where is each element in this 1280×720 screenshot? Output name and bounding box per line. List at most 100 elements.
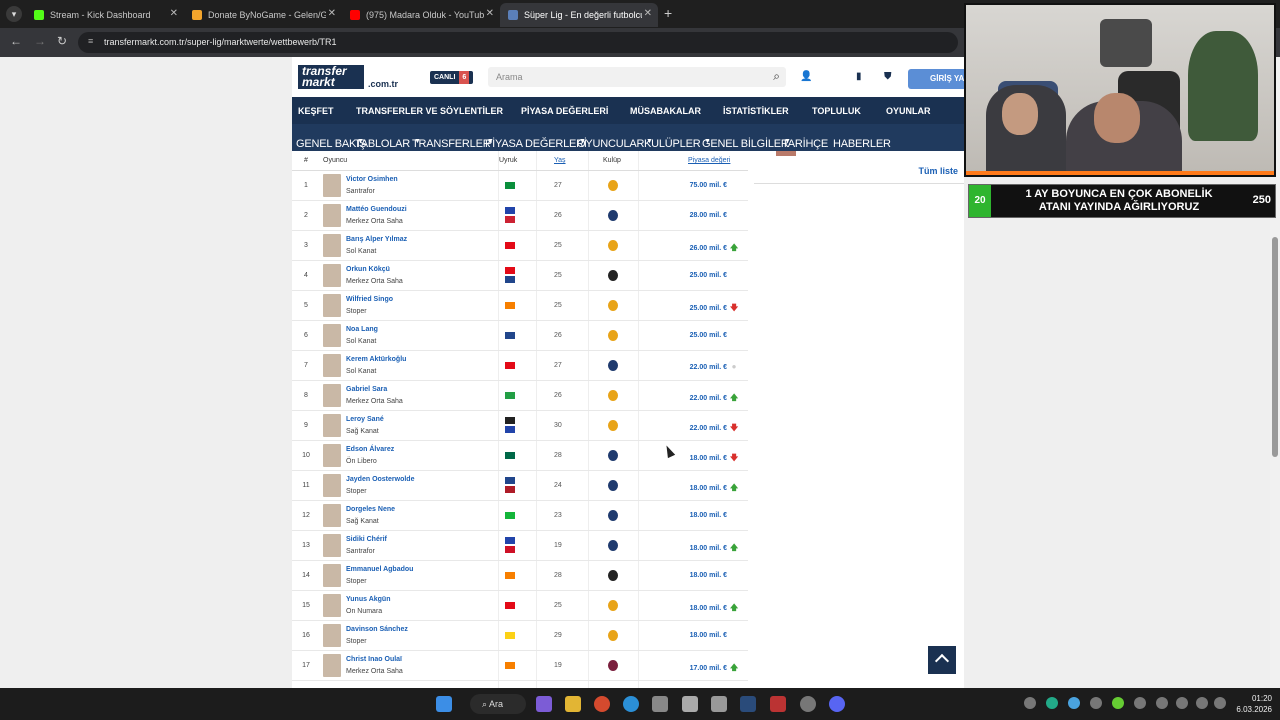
windows-start-icon[interactable] — [436, 696, 452, 712]
player-photo[interactable] — [323, 384, 341, 407]
player-name-link[interactable]: Edson Álvarez — [346, 446, 394, 453]
tab-search-icon[interactable]: ▾ — [6, 6, 22, 22]
club-crest-icon[interactable] — [608, 570, 618, 581]
scrollbar-thumb[interactable] — [1272, 237, 1278, 457]
player-photo[interactable] — [323, 594, 341, 617]
club-crest-icon[interactable] — [608, 510, 618, 521]
nav-transfers[interactable]: TRANSFERLER VE SÖYLENTİLER — [356, 106, 503, 116]
player-photo[interactable] — [323, 354, 341, 377]
market-value-link[interactable]: 75.00 mil. € — [690, 182, 738, 189]
player-photo[interactable] — [323, 204, 341, 227]
forward-icon[interactable]: → — [34, 34, 46, 48]
market-value-link[interactable]: 22.00 mil. € 🡅 — [690, 392, 739, 406]
club-crest-icon[interactable] — [608, 450, 618, 461]
tray-app-icon[interactable] — [1090, 697, 1102, 709]
player-name-link[interactable]: Jayden Oosterwolde — [346, 476, 414, 483]
player-photo[interactable] — [323, 504, 341, 527]
market-value-link[interactable]: 26.00 mil. € 🡅 — [690, 242, 739, 256]
nav-community[interactable]: TOPLULUK — [812, 106, 861, 116]
tray-app-icon[interactable] — [1046, 697, 1058, 709]
club-crest-icon[interactable] — [608, 300, 618, 311]
market-value-link[interactable]: 22.00 mil. € 🡇 — [690, 422, 739, 436]
widgets-icon[interactable] — [536, 696, 552, 712]
player-name-link[interactable]: Davinson Sánchez — [346, 626, 408, 633]
club-crest-icon[interactable] — [608, 660, 618, 671]
close-icon[interactable]: ✕ — [486, 8, 494, 19]
player-photo[interactable] — [323, 294, 341, 317]
player-name-link[interactable]: Dorgeles Nene — [346, 506, 395, 513]
tray-app-icon[interactable] — [1024, 697, 1036, 709]
search-icon[interactable]: ⌕ — [773, 69, 780, 84]
player-name-link[interactable]: Christ Inao Oulaï — [346, 656, 402, 663]
player-name-link[interactable]: Leroy Sané — [346, 416, 384, 423]
player-photo[interactable] — [323, 654, 341, 677]
player-photo[interactable] — [323, 624, 341, 647]
bookmark-icon[interactable]: ▮ — [856, 71, 862, 82]
nav-kesfet[interactable]: KEŞFET — [298, 106, 334, 116]
header-age[interactable]: Yaş — [554, 157, 566, 164]
player-photo[interactable] — [323, 414, 341, 437]
club-crest-icon[interactable] — [608, 360, 618, 371]
tab-youtube[interactable]: (975) Madara Olduk - YouTube ✕ — [342, 3, 500, 27]
player-name-link[interactable]: Orkun Kökçü — [346, 266, 390, 273]
streaming-app-icon[interactable] — [770, 696, 786, 712]
market-value-link[interactable]: 17.00 mil. € 🡅 — [690, 662, 739, 676]
player-photo[interactable] — [323, 174, 341, 197]
player-name-link[interactable]: Gabriel Sara — [346, 386, 387, 393]
player-name-link[interactable]: Mattéo Guendouzi — [346, 206, 407, 213]
player-photo[interactable] — [323, 234, 341, 257]
user-search-icon[interactable]: 👤 — [800, 71, 812, 82]
club-crest-icon[interactable] — [608, 420, 618, 431]
market-value-link[interactable]: 25.00 mil. € — [690, 332, 738, 339]
market-value-link[interactable]: 22.00 mil. € ● — [690, 362, 738, 371]
player-photo[interactable] — [323, 324, 341, 347]
market-value-link[interactable]: 25.00 mil. € 🡇 — [690, 302, 739, 316]
player-photo[interactable] — [323, 264, 341, 287]
player-photo[interactable] — [323, 444, 341, 467]
market-value-link[interactable]: 18.00 mil. € — [690, 632, 738, 639]
club-crest-icon[interactable] — [608, 330, 618, 341]
tray-app-icon[interactable] — [1156, 697, 1168, 709]
taskbar-search[interactable]: ⌕ Ara — [470, 694, 526, 714]
market-value-link[interactable]: 18.00 mil. € 🡅 — [690, 482, 739, 496]
player-name-link[interactable]: Victor Osimhen — [346, 176, 398, 183]
club-crest-icon[interactable] — [608, 630, 618, 641]
player-photo[interactable] — [323, 474, 341, 497]
close-icon[interactable]: ✕ — [170, 8, 178, 19]
player-photo[interactable] — [323, 564, 341, 587]
club-crest-icon[interactable] — [608, 540, 618, 551]
tab-transfermarkt[interactable]: Süper Lig - En değerli futbolcul ✕ — [500, 3, 658, 27]
player-name-link[interactable]: Sidiki Chérif — [346, 536, 387, 543]
search-input[interactable]: Arama ⌕ — [488, 67, 786, 87]
player-photo[interactable] — [323, 534, 341, 557]
steam-icon[interactable] — [740, 696, 756, 712]
player-name-link[interactable]: Barış Alper Yılmaz — [346, 236, 407, 243]
close-icon[interactable]: ✕ — [644, 8, 652, 19]
market-value-link[interactable]: 28.00 mil. € — [690, 212, 738, 219]
club-crest-icon[interactable] — [608, 480, 618, 491]
nav-games[interactable]: OYUNLAR — [886, 106, 931, 116]
game-app-icon[interactable] — [711, 696, 727, 712]
market-value-link[interactable]: 25.00 mil. € — [690, 272, 738, 279]
discord-icon[interactable] — [829, 696, 845, 712]
club-crest-icon[interactable] — [608, 390, 618, 401]
system-clock[interactable]: 01:20 6.03.2026 — [1230, 693, 1272, 715]
store-icon[interactable] — [652, 696, 668, 712]
back-icon[interactable]: ← — [10, 34, 22, 48]
club-crest-icon[interactable] — [608, 210, 618, 221]
tab-kick[interactable]: Stream - Kick Dashboard ✕ — [26, 3, 184, 27]
reload-icon[interactable]: ↻ — [57, 34, 67, 48]
url-field[interactable]: ≡ transfermarkt.com.tr/super-lig/marktwe… — [78, 32, 958, 53]
tray-nvidia-icon[interactable] — [1112, 697, 1124, 709]
microphone-icon[interactable] — [1176, 697, 1188, 709]
player-name-link[interactable]: Emmanuel Agbadou — [346, 566, 413, 573]
chrome-icon[interactable] — [594, 696, 610, 712]
file-explorer-icon[interactable] — [565, 696, 581, 712]
login-button[interactable]: GİRİŞ YA — [908, 69, 968, 89]
nav-competitions[interactable]: MÜSABAKALAR — [630, 106, 701, 116]
wolf-app-icon[interactable] — [682, 696, 698, 712]
player-name-link[interactable]: Wilfried Singo — [346, 296, 393, 303]
nav-market-values[interactable]: PİYASA DEĞERLERİ — [521, 106, 608, 116]
nav-statistics[interactable]: İSTATİSTİKLER — [723, 106, 789, 116]
market-value-link[interactable]: 18.00 mil. € 🡇 — [690, 452, 739, 466]
